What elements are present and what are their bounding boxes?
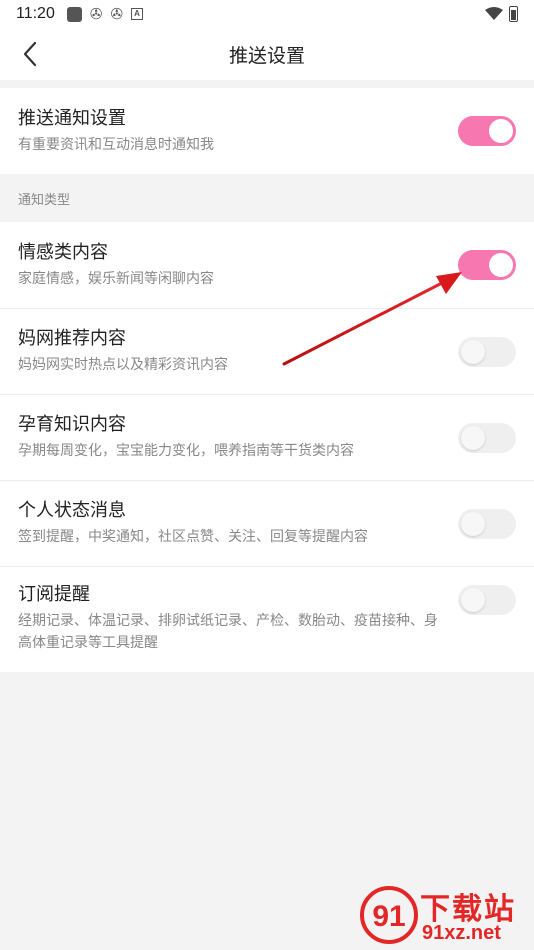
toggle-knob: [489, 253, 513, 277]
pregnancy-knowledge-toggle[interactable]: [458, 422, 516, 453]
row-texts: 情感类内容 家庭情感，娱乐新闻等闲聊内容: [18, 241, 214, 290]
nav-bar: 推送设置: [0, 28, 534, 80]
row-subtitle: 有重要资讯和互动消息时通知我: [18, 136, 214, 153]
section-label: 通知类型: [0, 174, 534, 222]
row-texts: 孕育知识内容 孕期每周变化，宝宝能力变化，喂养指南等干货类内容: [18, 413, 354, 462]
notification-type-row[interactable]: 个人状态消息 签到提醒，中奖通知，社区点赞、关注、回复等提醒内容: [0, 480, 534, 566]
row-subtitle: 经期记录、体温记录、排卵试纸记录、产检、数胎动、疫苗接种、身高体重记录等工具提醒: [18, 613, 438, 651]
square-app-icon: [66, 6, 82, 22]
row-title: 情感类内容: [18, 241, 108, 263]
divider: [0, 80, 534, 88]
toggle-knob: [461, 588, 485, 612]
row-texts: 妈网推荐内容 妈妈网实时热点以及精彩资讯内容: [18, 327, 228, 376]
chevron-left-icon: [23, 41, 37, 67]
watermark: 91 下载站 91xz.net: [360, 884, 530, 946]
row-title: 个人状态消息: [18, 500, 126, 521]
watermark-logo-icon: 91: [360, 886, 418, 944]
subscription-reminder-toggle[interactable]: [458, 585, 516, 615]
row-title: 推送通知设置: [18, 107, 126, 129]
row-title: 孕育知识内容: [18, 414, 126, 435]
row-subtitle: 妈妈网实时热点以及精彩资讯内容: [18, 357, 228, 373]
row-texts: 订阅提醒 经期记录、体温记录、排卵试纸记录、产检、数胎动、疫苗接种、身高体重记录…: [18, 583, 438, 654]
row-title: 妈网推荐内容: [18, 328, 126, 349]
notification-type-row[interactable]: 妈网推荐内容 妈妈网实时热点以及精彩资讯内容: [0, 308, 534, 394]
svg-text:91: 91: [372, 900, 405, 933]
push-notification-toggle[interactable]: [458, 116, 516, 146]
wifi-icon: [485, 7, 503, 20]
emotion-content-toggle[interactable]: [458, 250, 516, 280]
row-texts: 个人状态消息 签到提醒，中奖通知，社区点赞、关注、回复等提醒内容: [18, 499, 368, 548]
watermark-url: 91xz.net: [422, 922, 501, 944]
battery-icon: [509, 6, 518, 22]
row-title: 订阅提醒: [18, 584, 90, 605]
toggle-knob: [461, 425, 485, 450]
recommend-content-toggle[interactable]: [458, 336, 516, 367]
status-bar: 11:20 ✇ ✇ A: [0, 0, 534, 28]
pinwheel-icon: ✇: [89, 4, 103, 23]
push-notification-row[interactable]: 推送通知设置 有重要资讯和互动消息时通知我: [0, 88, 534, 174]
notification-type-row[interactable]: 孕育知识内容 孕期每周变化，宝宝能力变化，喂养指南等干货类内容: [0, 394, 534, 480]
toggle-knob: [461, 511, 485, 536]
row-subtitle: 签到提醒，中奖通知，社区点赞、关注、回复等提醒内容: [18, 529, 368, 545]
row-subtitle: 孕期每周变化，宝宝能力变化，喂养指南等干货类内容: [18, 443, 354, 459]
page-title: 推送设置: [228, 44, 305, 67]
row-subtitle: 家庭情感，娱乐新闻等闲聊内容: [18, 270, 214, 287]
notification-type-row[interactable]: 情感类内容 家庭情感，娱乐新闻等闲聊内容: [0, 222, 534, 308]
personal-status-toggle[interactable]: [458, 508, 516, 539]
row-texts: 推送通知设置 有重要资讯和互动消息时通知我: [18, 107, 214, 156]
status-icons: ✇ ✇ A: [66, 4, 144, 23]
status-right: [485, 6, 518, 22]
a-badge-icon: A: [131, 8, 144, 20]
push-setting-card: 推送通知设置 有重要资讯和互动消息时通知我: [0, 88, 534, 174]
notification-type-row[interactable]: 订阅提醒 经期记录、体温记录、排卵试纸记录、产检、数胎动、疫苗接种、身高体重记录…: [0, 566, 534, 672]
back-button[interactable]: [12, 28, 48, 80]
toggle-knob: [461, 339, 485, 364]
notification-types-card: 情感类内容 家庭情感，娱乐新闻等闲聊内容 妈网推荐内容 妈妈网实时热点以及精彩资…: [0, 222, 534, 672]
status-time: 11:20: [16, 5, 55, 22]
toggle-knob: [489, 119, 513, 143]
pinwheel-icon: ✇: [110, 4, 124, 23]
